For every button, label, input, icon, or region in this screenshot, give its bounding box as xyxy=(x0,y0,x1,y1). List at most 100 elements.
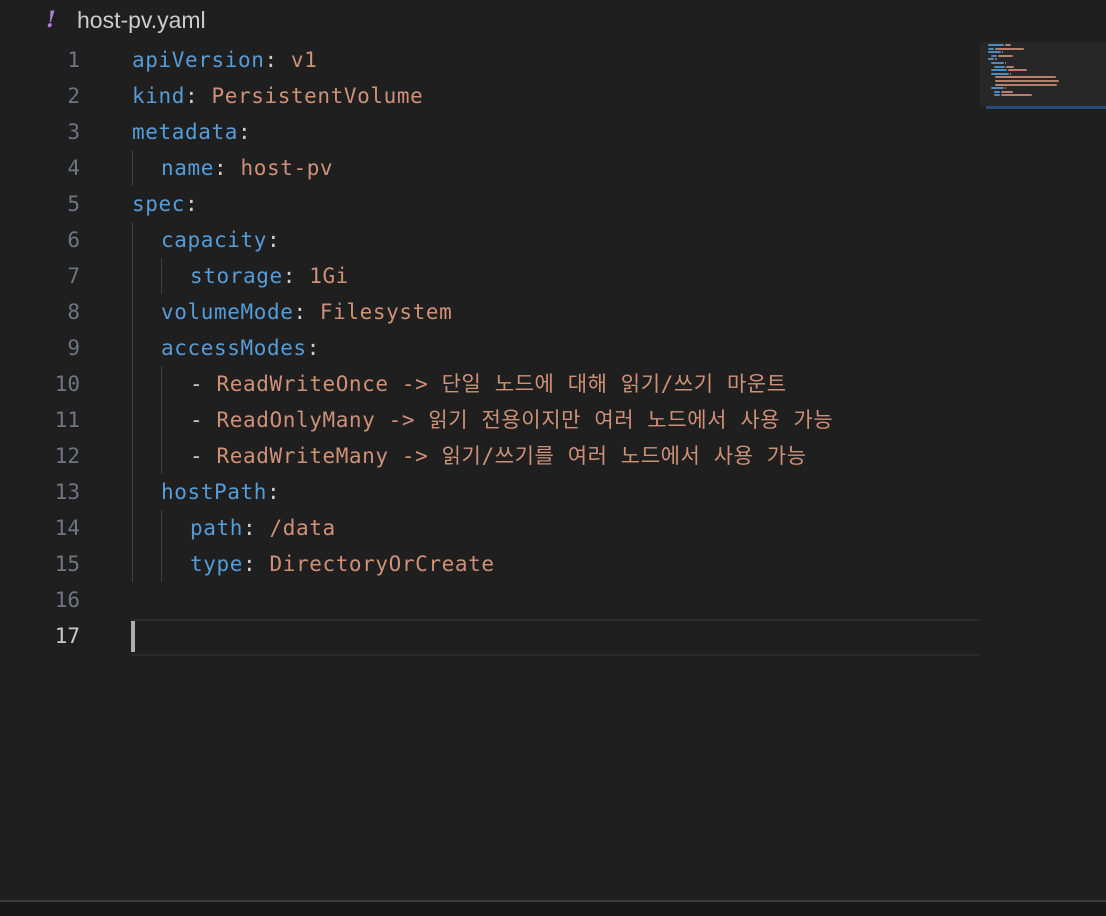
minimap-key-mark xyxy=(991,69,1007,72)
indent-guide xyxy=(161,438,162,474)
indent-guide xyxy=(161,546,162,582)
code-editor[interactable]: 1 2 3 4 5 6 7 8 9 10 11 12 13 14 15 16 17 apiVersion: v1… xyxy=(0,42,980,900)
indent-guide xyxy=(161,366,162,402)
tab-filename: host-pv.yaml xyxy=(77,7,206,33)
minimap-key-mark xyxy=(991,87,1004,90)
minimap-key-mark xyxy=(994,65,1006,68)
code-line[interactable]: metadata: xyxy=(132,114,251,150)
minimap-key-mark xyxy=(991,62,1004,64)
code-line[interactable]: kind: PersistentVolume xyxy=(132,78,423,114)
yaml-key: volumeMode xyxy=(161,300,294,324)
yaml-value: /data xyxy=(256,516,336,540)
minimap-key-mark xyxy=(991,54,998,57)
line-number: 13 xyxy=(54,480,80,504)
yaml-key: capacity xyxy=(161,228,267,252)
minimap-value-mark xyxy=(998,54,1013,57)
minimap-value-mark xyxy=(1008,69,1028,72)
line-number: 16 xyxy=(54,588,80,612)
code-line[interactable]: name: host-pv xyxy=(161,150,333,186)
code-line[interactable]: volumeMode: Filesystem xyxy=(161,294,452,330)
code-line[interactable]: - ReadOnlyMany -> 읽기 전용이지만 여러 노드에서 사용 가능 xyxy=(190,402,833,438)
code-line[interactable]: spec: xyxy=(132,186,198,222)
code-line[interactable]: - ReadWriteOnce -> 단일 노드에 대해 읽기/쓰기 마운트 xyxy=(190,366,787,402)
yaml-separator: : xyxy=(266,480,281,504)
yaml-separator: : xyxy=(242,552,257,576)
yaml-key: hostPath xyxy=(161,480,267,504)
yaml-key: metadata xyxy=(132,120,238,144)
yaml-key: name xyxy=(161,156,214,180)
minimap-value-mark xyxy=(995,80,1059,82)
yaml-separator: - xyxy=(190,408,217,432)
code-line[interactable]: hostPath: xyxy=(161,474,280,510)
line-number: 17 xyxy=(54,624,80,648)
minimap-key-mark xyxy=(991,72,1009,75)
yaml-value: v1 xyxy=(277,48,318,72)
line-number: 2 xyxy=(67,84,80,108)
yaml-separator: : xyxy=(293,300,307,324)
indent-guide xyxy=(132,546,133,582)
indent-guide xyxy=(132,258,133,294)
code-line[interactable]: - ReadWriteMany -> 읽기/쓰기를 여러 노드에서 사용 가능 xyxy=(190,438,807,474)
yaml-value: ReadOnlyMany -> 읽기 전용이지만 여러 노드에서 사용 가능 xyxy=(216,408,834,432)
yaml-separator: : xyxy=(184,84,199,108)
yaml-key: kind xyxy=(132,84,185,108)
yaml-value: ReadWriteMany -> 읽기/쓰기를 여러 노드에서 사용 가능 xyxy=(216,444,807,468)
line-number: 9 xyxy=(67,336,80,360)
code-line[interactable]: path: /data xyxy=(190,510,336,546)
indent-guide xyxy=(132,366,133,402)
yaml-separator: : xyxy=(282,264,296,288)
yaml-value: Filesystem xyxy=(306,300,453,324)
indent-guide xyxy=(132,510,133,546)
status-bar xyxy=(0,902,1106,916)
yaml-separator: : xyxy=(266,228,281,252)
code-line[interactable]: type: DirectoryOrCreate xyxy=(190,546,495,582)
indent-guide xyxy=(132,330,133,366)
yaml-separator: : xyxy=(213,156,228,180)
indent-guide xyxy=(132,222,133,258)
line-number: 8 xyxy=(67,300,80,324)
yaml-separator: - xyxy=(190,444,217,468)
yaml-separator: : xyxy=(306,336,320,360)
line-number: 11 xyxy=(54,408,80,432)
indent-guide xyxy=(161,258,162,294)
yaml-key: accessModes xyxy=(161,336,307,360)
yaml-value: ReadWriteOnce -> 단일 노드에 대해 읽기/쓰기 마운트 xyxy=(216,372,787,396)
yaml-separator: : xyxy=(184,192,199,216)
minimap-value-mark xyxy=(1006,65,1015,68)
yaml-value: PersistentVolume xyxy=(198,84,424,108)
minimap-value-mark xyxy=(1009,72,1012,75)
yaml-value: host-pv xyxy=(227,156,334,180)
minimap-value-mark xyxy=(995,83,1058,86)
yaml-file-icon: ! xyxy=(46,7,56,33)
minimap-key-mark xyxy=(988,51,1001,54)
line-number: 4 xyxy=(67,156,80,180)
minimap-value-mark xyxy=(995,47,1025,50)
line-number: 7 xyxy=(67,264,80,288)
code-line[interactable]: capacity: xyxy=(161,222,280,258)
yaml-key: path xyxy=(190,516,243,540)
minimap-value-mark xyxy=(1005,44,1012,46)
minimap-value-mark xyxy=(1001,90,1013,93)
code-area[interactable]: apiVersion: v1 kind: PersistentVolume meta… xyxy=(132,42,980,900)
code-line[interactable]: accessModes: xyxy=(161,330,320,366)
code-line[interactable]: storage: 1Gi xyxy=(190,258,349,294)
yaml-separator: : xyxy=(264,48,278,72)
yaml-key: type xyxy=(190,552,243,576)
editor-tab[interactable]: ! host-pv.yaml xyxy=(0,0,1106,42)
yaml-separator: : xyxy=(237,120,252,144)
indent-guide xyxy=(161,510,162,546)
indent-guide xyxy=(161,402,162,438)
minimap[interactable] xyxy=(980,42,1106,900)
yaml-key: apiVersion xyxy=(132,48,265,72)
code-line[interactable]: apiVersion: v1 xyxy=(132,42,317,78)
yaml-key: spec xyxy=(132,192,185,216)
line-number: 6 xyxy=(67,228,80,252)
line-number: 12 xyxy=(54,444,80,468)
yaml-value: 1Gi xyxy=(295,264,349,288)
indent-guide xyxy=(132,438,133,474)
line-number: 5 xyxy=(67,192,80,216)
minimap-key-mark xyxy=(988,47,995,50)
line-number: 1 xyxy=(67,48,80,72)
line-number: 14 xyxy=(54,516,80,540)
yaml-value: DirectoryOrCreate xyxy=(256,552,495,576)
